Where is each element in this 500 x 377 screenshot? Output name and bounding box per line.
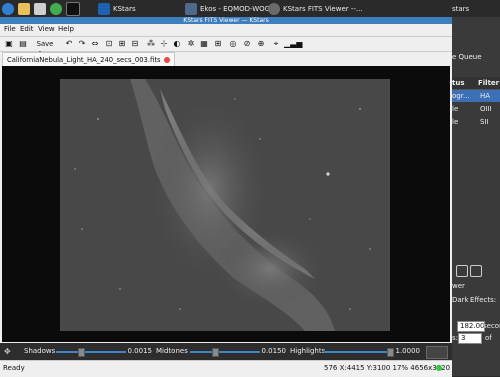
folder-icon bbox=[18, 2, 30, 15]
monitor-icon[interactable] bbox=[470, 265, 482, 277]
open-icon[interactable]: ▣ bbox=[4, 39, 14, 49]
highlights-label: Highlights bbox=[290, 347, 326, 355]
taskbar-app-kstars[interactable]: KStars bbox=[98, 1, 136, 16]
tab-bar: CaliforniaNebula_Light_HA_240_secs_003.f… bbox=[0, 52, 452, 66]
shadows-label: Shadows bbox=[24, 347, 56, 355]
terminal-button[interactable] bbox=[66, 1, 80, 16]
objects-icon[interactable]: ⊘ bbox=[242, 39, 252, 49]
kstars-launcher-button[interactable] bbox=[50, 1, 62, 16]
app-menu-button[interactable] bbox=[2, 1, 14, 16]
status-info: 576 X:4415 Y:3100 17% 4656x3520 bbox=[324, 364, 451, 372]
taskbar-app-fits-viewer[interactable]: KStars FITS Viewer --... bbox=[268, 1, 363, 16]
queue-row[interactable]: ogr... HA bbox=[452, 90, 500, 102]
ekos-icon bbox=[185, 2, 197, 15]
save-as-button[interactable]: Save As... bbox=[30, 39, 60, 58]
stats-icon[interactable]: ◐ bbox=[172, 39, 182, 49]
shadows-value: 0.0015 bbox=[127, 347, 153, 355]
taskbar-app-ekos[interactable]: Ekos - EQMOD-WOGT... bbox=[185, 1, 280, 16]
histogram-icon[interactable]: ▁▃▅ bbox=[284, 39, 302, 49]
count-input[interactable]: 3 bbox=[458, 333, 482, 344]
zoom-in-icon[interactable]: ⊞ bbox=[117, 39, 127, 49]
fits-icon bbox=[268, 2, 280, 15]
menu-edit[interactable]: Edit bbox=[20, 25, 34, 33]
status-led-icon bbox=[436, 365, 442, 371]
dark-label: Dark bbox=[452, 296, 469, 304]
queue-row[interactable]: le SII bbox=[452, 116, 500, 128]
refresh-icon bbox=[50, 2, 62, 15]
star-detect-icon[interactable]: ✲ bbox=[186, 39, 196, 49]
undo-icon[interactable]: ↶ bbox=[64, 39, 74, 49]
tab-label: CaliforniaNebula_Light_HA_240_secs_003.f… bbox=[7, 55, 161, 64]
shadows-slider-handle[interactable] bbox=[77, 348, 85, 357]
highlights-slider[interactable] bbox=[324, 351, 390, 353]
window-title[interactable]: KStars FITS Viewer — KStars bbox=[0, 17, 452, 24]
browser-button[interactable] bbox=[34, 1, 46, 16]
toolbar: ▣ ▤ Save As... ↶ ↷ ⇔ ⊡ ⊞ ⊟ ⁂ ⊹ ◐ ✲ ▦ ⊞ ◎… bbox=[0, 37, 452, 58]
image-viewer[interactable] bbox=[2, 66, 450, 342]
stretch-controls: ✥ Shadows 0.0015 Midtones 0.0150 Highlig… bbox=[0, 343, 452, 360]
highlights-value: 1.0000 bbox=[395, 347, 421, 355]
exposure-input[interactable]: 182.00 bbox=[457, 321, 485, 332]
menu-view[interactable]: View bbox=[38, 25, 55, 33]
target-icon[interactable]: ⊕ bbox=[256, 39, 266, 49]
stretch-reset-button[interactable] bbox=[426, 346, 448, 359]
midtones-label: Midtones bbox=[156, 347, 188, 355]
status-bar: Ready 576 X:4415 Y:3100 17% 4656x3520 bbox=[0, 360, 452, 377]
terminal-icon bbox=[66, 1, 80, 16]
fits-viewer-window: KStars FITS Viewer — KStars File Edit Vi… bbox=[0, 17, 452, 377]
nebula-image bbox=[60, 79, 390, 331]
fits-image[interactable] bbox=[60, 79, 390, 331]
zoom-fit-icon[interactable]: ⊡ bbox=[104, 39, 114, 49]
files-button[interactable] bbox=[18, 1, 30, 16]
save-icon[interactable]: ▤ bbox=[18, 39, 28, 49]
move-icon[interactable]: ✥ bbox=[4, 347, 14, 357]
close-icon[interactable] bbox=[163, 56, 170, 63]
grid-icon[interactable]: ⊞ bbox=[213, 39, 223, 49]
status-ready: Ready bbox=[3, 364, 25, 372]
taskbar: KStars Ekos - EQMOD-WOGT... KStars FITS … bbox=[0, 0, 500, 18]
ekos-window-partial: e Queue tus Filter ogr... HA le OIII le … bbox=[452, 17, 500, 376]
shadows-slider[interactable] bbox=[56, 351, 126, 353]
queue-row[interactable]: le OIII bbox=[452, 103, 500, 115]
effects-label: Effects: bbox=[470, 296, 497, 304]
taskbar-app-right[interactable]: stars bbox=[452, 1, 469, 16]
column-filter: Filter bbox=[478, 79, 500, 87]
queue-label: e Queue bbox=[452, 53, 482, 61]
kstars-icon bbox=[98, 2, 110, 15]
globe-icon bbox=[2, 2, 14, 15]
zoom-out-icon[interactable]: ⊟ bbox=[130, 39, 140, 49]
column-status: tus bbox=[452, 79, 465, 87]
crosshair-icon[interactable]: ⊹ bbox=[159, 39, 169, 49]
pixel-grid-icon[interactable]: ▦ bbox=[199, 39, 209, 49]
menubar: File Edit View Help bbox=[0, 24, 452, 37]
redo-icon[interactable]: ↷ bbox=[77, 39, 87, 49]
midtones-slider[interactable] bbox=[190, 351, 260, 353]
refresh-icon[interactable] bbox=[456, 265, 468, 277]
midtones-value: 0.0150 bbox=[261, 347, 287, 355]
fit-width-icon[interactable]: ⇔ bbox=[90, 39, 100, 49]
menu-file[interactable]: File bbox=[4, 25, 16, 33]
tab-fits-file[interactable]: CaliforniaNebula_Light_HA_240_secs_003.f… bbox=[2, 52, 175, 66]
document-icon bbox=[34, 2, 46, 15]
menu-help[interactable]: Help bbox=[58, 25, 74, 33]
eq-grid-icon[interactable]: ◎ bbox=[228, 39, 238, 49]
midtones-slider-handle[interactable] bbox=[211, 348, 219, 357]
queue-header: tus Filter bbox=[452, 77, 500, 90]
cursor-icon[interactable]: ⌖ bbox=[271, 39, 281, 49]
stretch-icon[interactable]: ⁂ bbox=[146, 39, 156, 49]
